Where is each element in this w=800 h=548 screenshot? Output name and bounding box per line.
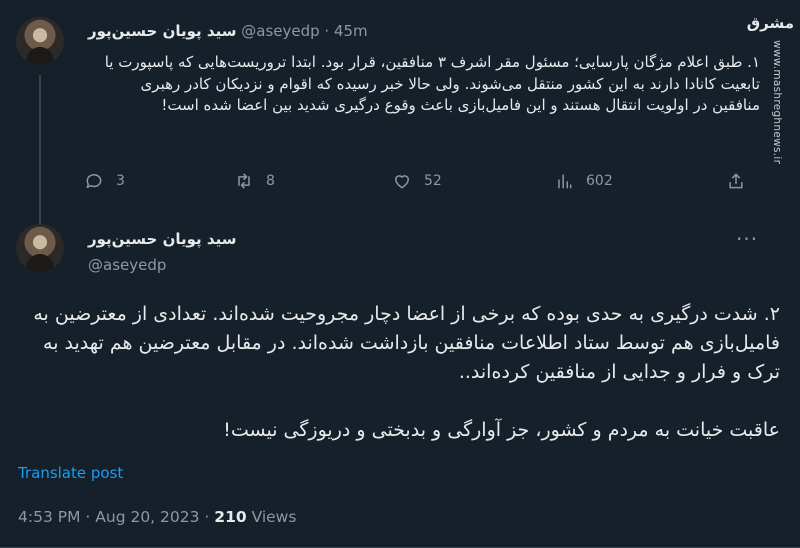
avatar[interactable] [16,17,64,65]
views-label: Views [251,508,297,526]
retweet-icon [238,173,250,189]
retweet-button[interactable]: 8 [234,171,275,191]
heart-icon [395,175,409,189]
author-handle[interactable]: @aseyedp [88,256,166,274]
tweet-actions: 3 8 52 602 [84,171,764,193]
avatar[interactable] [16,224,64,272]
views-count: 602 [586,173,613,189]
tweet-meta: 4:53 PM · Aug 20, 2023 · 210 Views [18,508,296,526]
tweet-text: ۱. طبق اعلام مژگان پارسایی؛ مسئول مقر اش… [104,53,760,114]
translate-post-link[interactable]: Translate post [18,464,123,482]
like-button[interactable]: 52 [392,171,442,191]
share-icon [729,173,743,189]
meta-separator: · [204,508,215,526]
thread-connector-line [39,75,41,227]
like-count: 52 [424,173,442,189]
tweet-time[interactable]: · 45m [324,22,367,40]
watermark-logo: مشرق [746,14,794,32]
analytics-icon [558,174,572,189]
reply-button[interactable]: 3 [84,171,125,191]
reply-icon [86,174,102,188]
author-name-row: سید پویان حسین‌پور [88,230,236,248]
author-name[interactable]: سید پویان حسین‌پور [88,230,236,248]
more-options-icon[interactable]: ··· [736,229,758,249]
watermark-url: www.mashreghnews.ir [771,40,783,165]
tweet-time[interactable]: 4:53 PM [18,508,80,526]
author-name[interactable]: سید پویان حسین‌پور [88,22,236,40]
author-handle-row: @aseyedp [88,256,166,274]
meta-separator: · [85,508,96,526]
tweet-text: ۲. شدت درگیری به حدی بوده که برخی از اعض… [18,300,780,445]
author-handle[interactable]: @aseyedp [241,22,319,40]
retweet-count: 8 [266,173,275,189]
tweet-header: سید پویان حسین‌پور @aseyedp · 45m [88,22,368,40]
tweet-paragraph: عاقبت خیانت به مردم و کشور، جز آوارگی و … [223,419,780,441]
reply-count: 3 [116,173,125,189]
tweet-date[interactable]: Aug 20, 2023 [95,508,199,526]
share-button[interactable] [726,171,746,191]
tweet-paragraph: ۲. شدت درگیری به حدی بوده که برخی از اعض… [33,303,780,383]
views-button[interactable]: 602 [554,171,613,191]
views-count: 210 [214,508,247,526]
